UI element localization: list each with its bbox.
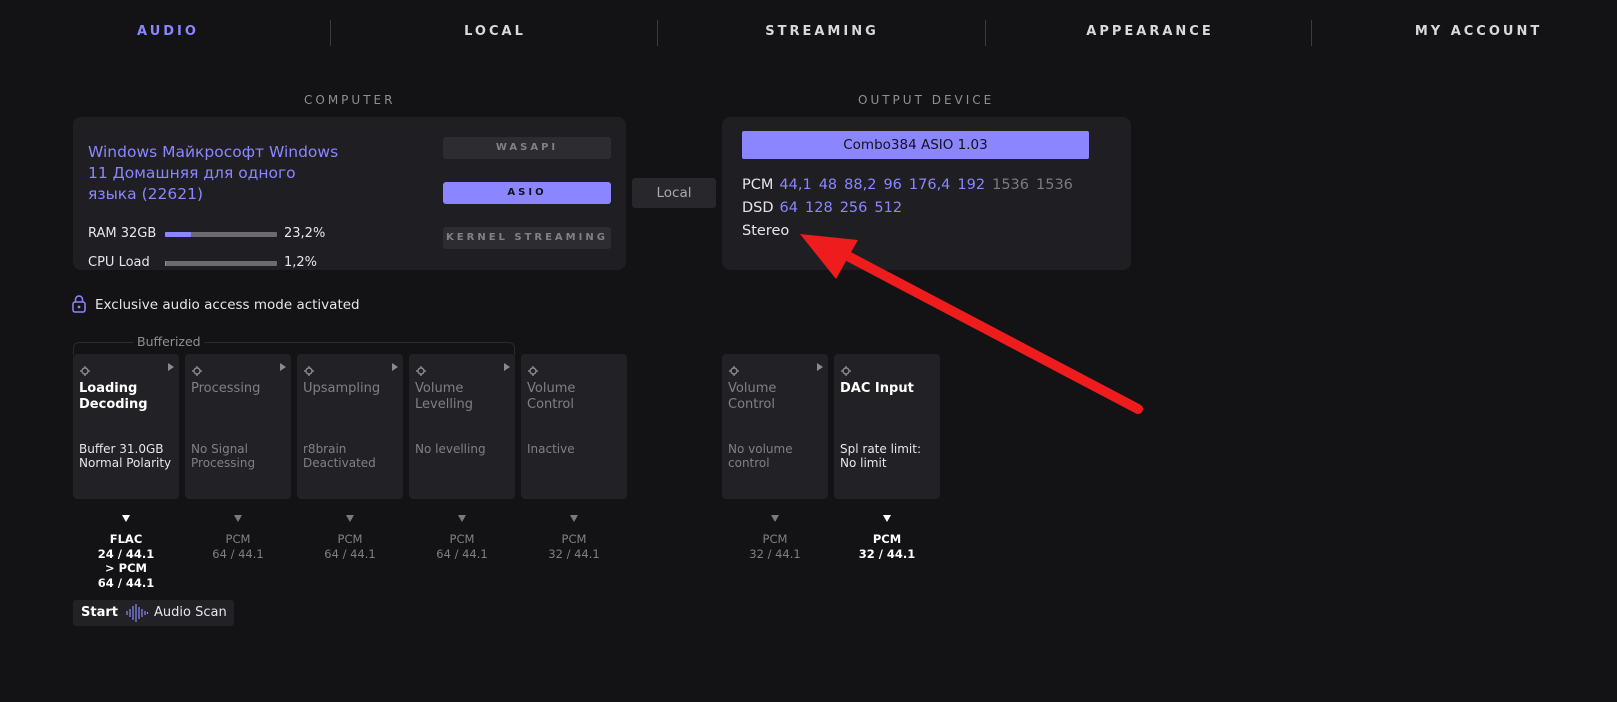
gear-icon[interactable] (304, 361, 314, 376)
dsd-rate: 512 (874, 200, 903, 216)
pipeline-card[interactable]: Upsampling r8brain Deactivated (297, 354, 403, 499)
pipeline-format-label: PCM 32 / 44.1 (749, 532, 801, 561)
play-icon[interactable] (168, 363, 174, 371)
output-section-label: OUTPUT DEVICE (858, 93, 995, 107)
gear-icon[interactable] (416, 361, 426, 376)
pipeline-card[interactable]: Loading Decoding Buffer 31.0GB Normal Pol… (73, 354, 179, 499)
exclusive-mode-text: Exclusive audio access mode activated (95, 297, 360, 313)
play-icon[interactable] (392, 363, 398, 371)
cpu-meter (165, 261, 277, 266)
mode-wasapi-button[interactable]: WASAPI (443, 137, 611, 159)
gear-icon[interactable] (729, 361, 739, 376)
pipeline-format-label: PCM 64 / 44.1 (324, 532, 376, 561)
pipeline-format-label: PCM 64 / 44.1 (436, 532, 488, 561)
flow-arrow-icon (883, 515, 891, 522)
pipeline-format-label: PCM 32 / 44.1 (548, 532, 600, 561)
pcm-label: PCM (742, 177, 774, 193)
pipeline-card[interactable]: Processing No Signal Processing (185, 354, 291, 499)
pipeline-card-description: r8brain Deactivated (303, 442, 376, 470)
audio-scan-label: Audio Scan (154, 605, 227, 620)
nav-divider (1311, 20, 1312, 46)
pipeline-card-title: Upsampling (303, 381, 381, 396)
dsd-rate: 256 (839, 200, 868, 216)
nav-divider (330, 20, 331, 46)
pipeline-card[interactable]: Volume Control Inactive (521, 354, 627, 499)
mode-kernel-streaming-button[interactable]: KERNEL STREAMING (443, 227, 611, 249)
pipeline-card-description: Inactive (527, 442, 575, 456)
bufferized-label: Bufferized (134, 334, 204, 349)
flow-arrow-icon (122, 515, 130, 522)
pcm-rate: 44,1 (779, 177, 812, 193)
dsd-rate: 64 (779, 200, 798, 216)
pcm-rate: 192 (957, 177, 986, 193)
pipeline-card[interactable]: Volume Control No volume control (722, 354, 828, 499)
gear-icon[interactable] (192, 361, 202, 376)
pipeline-card-description: Buffer 31.0GB Normal Polarity (79, 442, 172, 470)
pipeline-format-label: PCM 32 / 44.1 (858, 532, 916, 561)
tab-local[interactable]: LOCAL (440, 24, 550, 39)
pcm-rate: 176,4 (908, 177, 951, 193)
local-button[interactable]: Local (632, 178, 716, 208)
pipeline-card-title: Volume Control (527, 381, 576, 412)
output-device-select[interactable]: Combo384 ASIO 1.03 (742, 131, 1089, 159)
pcm-rates-row: PCM 44,1 48 88,2 96 176,4 192 1536 1536 (742, 177, 1080, 193)
ram-label: RAM 32GB (88, 226, 157, 241)
audio-scan-button[interactable]: Start Audio Scan (73, 600, 234, 626)
pipeline-card-description: Spl rate limit: No limit (840, 442, 922, 470)
mode-asio-button[interactable]: ASIO (443, 182, 611, 204)
play-icon[interactable] (504, 363, 510, 371)
pipeline-card-description: No Signal Processing (191, 442, 256, 470)
waveform-icon (126, 604, 149, 622)
pipeline-card-title: Volume Levelling (415, 381, 474, 412)
dsd-rate: 128 (805, 200, 833, 216)
nav-divider (657, 20, 658, 46)
pipeline-format-label: PCM 64 / 44.1 (212, 532, 264, 561)
pipeline-card[interactable]: DAC Input Spl rate limit: No limit (834, 354, 940, 499)
pipeline-card-description: No levelling (415, 442, 486, 456)
pipeline-card-title: Loading Decoding (79, 381, 148, 412)
cpu-label: CPU Load (88, 255, 150, 270)
play-icon[interactable] (280, 363, 286, 371)
tab-appearance[interactable]: APPEARANCE (1075, 24, 1225, 39)
channels-label: Stereo (742, 223, 790, 239)
ram-value: 23,2% (284, 226, 326, 241)
pcm-rate: 96 (883, 177, 902, 193)
pipeline-card-title: DAC Input (840, 381, 914, 396)
nav-divider (985, 20, 986, 46)
pipeline-card-description: No volume control (728, 442, 793, 470)
computer-section-label: COMPUTER (304, 93, 396, 107)
lock-icon (72, 295, 86, 313)
gear-icon[interactable] (528, 361, 538, 376)
gear-icon[interactable] (841, 361, 851, 376)
pcm-rate: 88,2 (844, 177, 877, 193)
cpu-value: 1,2% (284, 255, 318, 270)
flow-arrow-icon (346, 515, 354, 522)
pipeline-card[interactable]: Volume Levelling No levelling (409, 354, 515, 499)
flow-arrow-icon (771, 515, 779, 522)
tab-audio[interactable]: AUDIO (118, 24, 218, 39)
audio-scan-start-label: Start (81, 605, 118, 620)
gear-icon[interactable] (80, 361, 90, 376)
pipeline-card-title: Processing (191, 381, 261, 396)
pcm-rate: 48 (818, 177, 838, 193)
tab-streaming[interactable]: STREAMING (747, 24, 897, 39)
ram-meter-fill (165, 232, 191, 237)
pipeline-format-label: FLAC 24 / 44.1 > PCM 64 / 44.1 (97, 532, 155, 590)
cpu-meter-fill (165, 261, 167, 266)
pcm-rate: 1536 (1036, 177, 1073, 193)
pipeline-card-title: Volume Control (728, 381, 777, 412)
top-nav: AUDIO LOCAL STREAMING APPEARANCE MY ACCO… (0, 0, 1617, 66)
dsd-rates-row: DSD 64 128 256 512 (742, 200, 909, 216)
computer-os-title: Windows Майкрософт Windows 11 Домашняя д… (88, 143, 339, 203)
flow-arrow-icon (234, 515, 242, 522)
pcm-rate: 1536 (992, 177, 1029, 193)
dsd-label: DSD (742, 200, 774, 216)
flow-arrow-icon (458, 515, 466, 522)
ram-meter (165, 232, 277, 237)
tab-my-account[interactable]: MY ACCOUNT (1396, 24, 1561, 39)
play-icon[interactable] (817, 363, 823, 371)
flow-arrow-icon (570, 515, 578, 522)
